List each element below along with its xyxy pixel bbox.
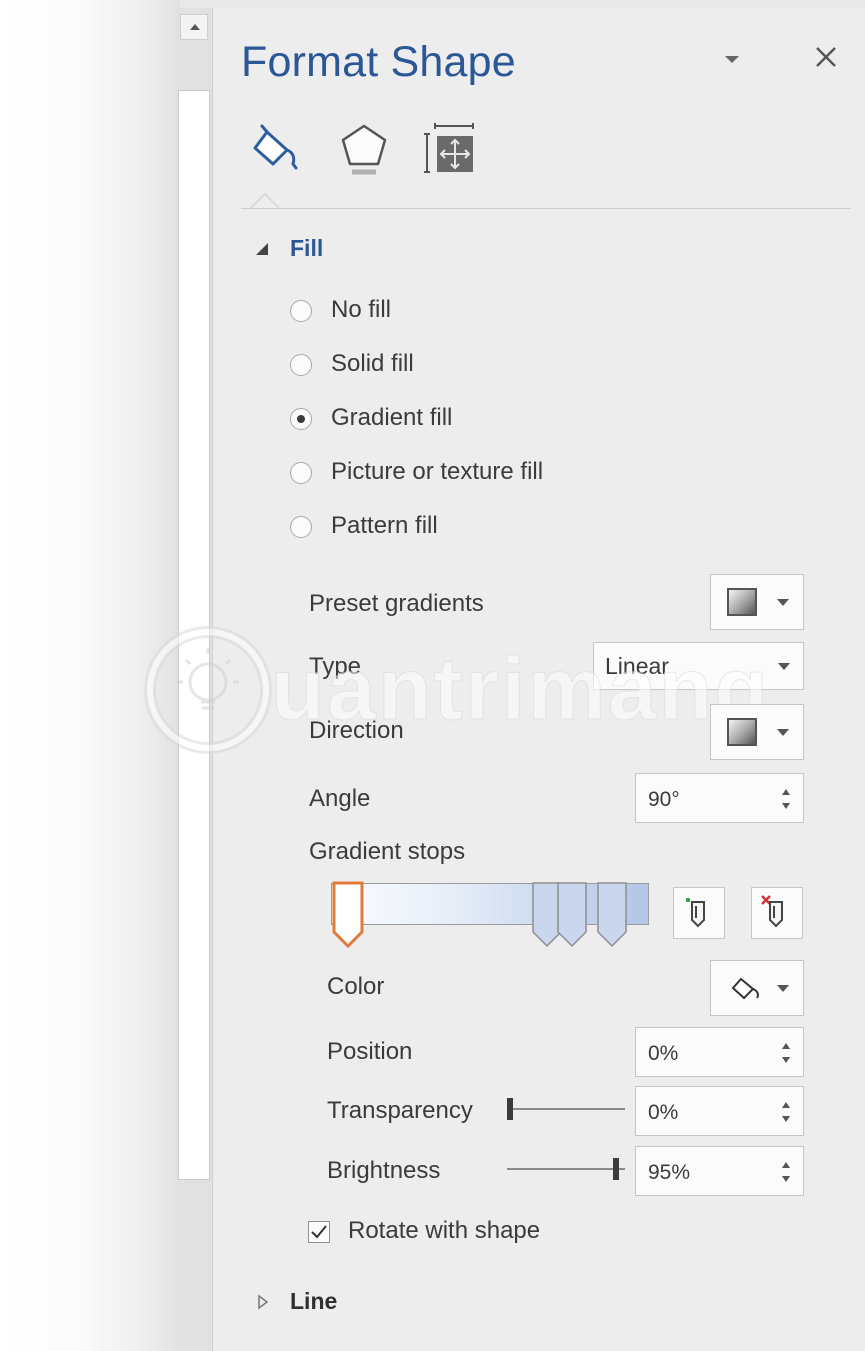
effects-pentagon-icon [341,124,387,175]
gradient-stop[interactable] [595,880,629,950]
angle-value: 90° [648,788,680,811]
chevron-down-icon [778,663,790,670]
radio-label: No fill [331,296,392,323]
radio-label: Solid fill [331,350,414,377]
transparency-label: Transparency [327,1097,473,1124]
chevron-down-icon [777,985,789,992]
angle-label: Angle [309,785,371,812]
fill-line-icon [253,124,298,170]
brightness-value: 95% [648,1161,691,1184]
radio-button[interactable] [290,516,312,538]
add-gradient-stop-button[interactable] [673,887,725,939]
chevron-down-icon [777,599,789,606]
brightness-spinner[interactable]: 95% [635,1146,804,1196]
slider-track [507,1168,625,1170]
paint-bucket-icon [731,977,759,1000]
slider-thumb[interactable] [613,1158,619,1180]
position-label: Position [327,1038,413,1065]
expanded-triangle-icon [256,243,268,255]
line-heading: Line [290,1288,338,1314]
pane-title: Format Shape [241,38,516,86]
transparency-spinner[interactable]: 0% [635,1086,804,1136]
active-tab-indicator [250,191,280,209]
format-shape-pane: Format Shape Fill No fill Solid fill Gra… [144,8,865,1351]
radio-label: Gradient fill [331,404,453,431]
watermark: uantrimang [143,620,769,760]
scroll-up-button[interactable] [180,14,208,40]
spinner-arrows-icon[interactable] [781,786,791,812]
remove-stop-icon [761,895,783,928]
gradient-swatch-icon [727,718,757,746]
spinner-arrows-icon[interactable] [781,1040,791,1066]
transparency-slider[interactable] [507,1094,625,1124]
collapsed-triangle-icon [258,1294,269,1310]
lightbulb-watermark-icon [144,626,272,754]
pane-close-button[interactable] [811,42,841,72]
chevron-up-icon [190,24,200,30]
radio-button[interactable] [290,462,312,484]
position-spinner[interactable]: 0% [635,1027,804,1077]
radio-button[interactable] [290,300,312,322]
color-picker-button[interactable] [710,960,804,1016]
radio-button[interactable] [290,354,312,376]
gradient-swatch-icon [727,588,757,616]
radio-button-selected[interactable] [290,408,312,430]
line-section-header[interactable]: Line [257,1288,377,1318]
pane-options-button[interactable] [721,48,743,70]
tab-size-properties[interactable] [421,120,479,184]
gradient-stop-selected[interactable] [331,880,365,950]
fill-section-header[interactable]: Fill [255,235,375,265]
brightness-slider[interactable] [507,1154,625,1184]
gradient-stop[interactable] [555,880,589,950]
spinner-arrows-icon[interactable] [781,1159,791,1185]
angle-spinner[interactable]: 90° [635,773,804,823]
spinner-arrows-icon[interactable] [781,1099,791,1125]
radio-label: Picture or texture fill [331,458,544,485]
size-properties-icon [424,123,474,173]
gradient-stops-container [331,880,649,950]
brightness-label: Brightness [327,1157,441,1184]
rotate-checkbox[interactable] [308,1221,330,1243]
rotate-label: Rotate with shape [348,1217,541,1244]
chevron-down-icon [725,56,739,63]
transparency-value: 0% [648,1101,679,1124]
slider-thumb[interactable] [507,1098,513,1120]
checkmark-icon [311,1225,327,1239]
position-value: 0% [648,1042,679,1065]
direction-button[interactable] [710,704,804,760]
direction-label: Direction [309,717,404,744]
slider-track [507,1108,625,1110]
tabs-divider [241,208,851,209]
preset-gradients-label: Preset gradients [309,590,484,617]
close-icon [816,47,836,67]
tab-fill-line[interactable] [249,120,307,184]
remove-gradient-stop-button[interactable] [751,887,803,939]
gradient-stops-label: Gradient stops [309,838,466,865]
radio-label: Pattern fill [331,512,438,539]
tab-effects[interactable] [335,120,393,184]
chevron-down-icon [777,729,789,736]
add-stop-icon [686,898,705,928]
fill-heading: Fill [290,235,324,261]
color-label: Color [327,973,385,1000]
